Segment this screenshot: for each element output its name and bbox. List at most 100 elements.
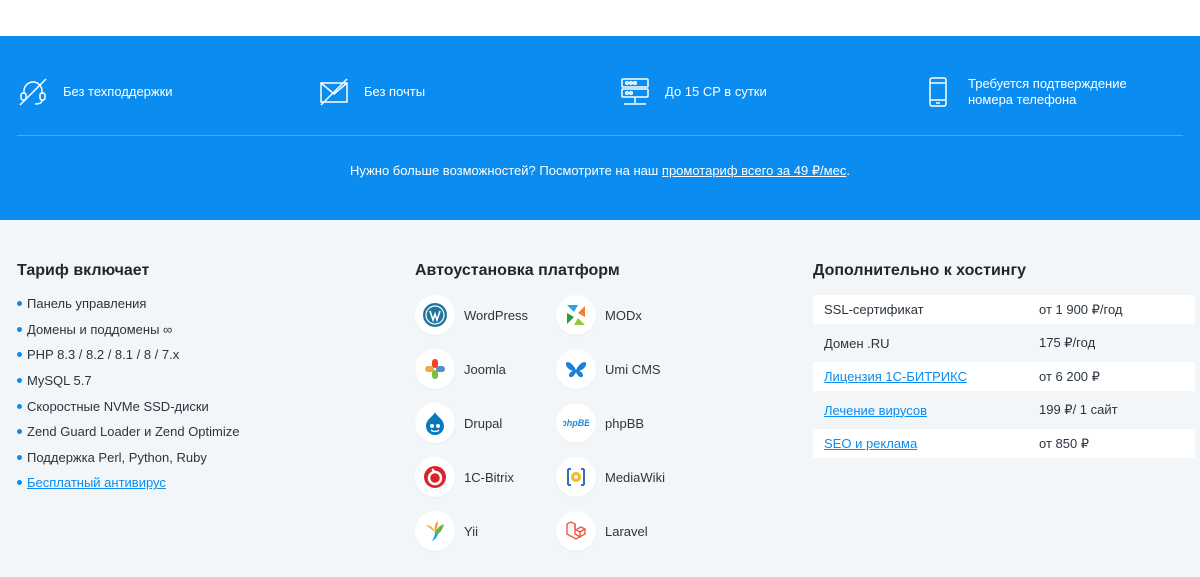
list-item: PHP 8.3 / 8.2 / 8.1 / 8 / 7.x	[17, 342, 239, 368]
promo-text: Нужно больше возможностей? Посмотрите на…	[350, 163, 662, 178]
list-item-label: Zend Guard Loader и Zend Optimize	[27, 424, 240, 440]
feature-cp-limit: До 15 CP в сутки	[619, 76, 767, 108]
section-title: Автоустановка платформ	[415, 262, 620, 279]
table-row: SEO и реклама от 850 ₽	[813, 429, 1195, 458]
svg-text:phpBB: phpBB	[563, 418, 589, 428]
addon-price: от 1 900 ₽/год	[1039, 301, 1123, 317]
addon-name-cell: Лечение вирусов	[824, 403, 1039, 418]
top-white-bar	[0, 0, 1200, 36]
platform-name: 1C-Bitrix	[464, 469, 514, 485]
list-item: Бесплатный антивирус	[17, 470, 239, 496]
list-item: Скоростные NVMe SSD-диски	[17, 393, 239, 419]
modx-icon	[556, 295, 596, 335]
platform-item-modx: MODx	[556, 295, 696, 335]
bullet-icon	[17, 480, 22, 486]
table-row: Домен .RU 175 ₽/год	[813, 329, 1195, 358]
no-mail-icon	[318, 76, 350, 108]
tariff-includes-section: Тариф включает Панель управления Домены …	[17, 262, 239, 496]
addon-price: 175 ₽/год	[1039, 335, 1096, 350]
platform-name: Umi CMS	[605, 361, 661, 377]
free-antivirus-link[interactable]: Бесплатный антивирус	[27, 475, 166, 490]
list-item-label: Панель управления	[27, 296, 147, 312]
platform-item-yii: Yii	[415, 511, 556, 551]
promo-tariff-link[interactable]: промотариф всего за 49 ₽/мес	[662, 163, 846, 178]
platform-item-phpbb: phpBB phpBB	[556, 403, 696, 443]
server-icon	[619, 76, 651, 108]
platform-name: MediaWiki	[605, 469, 665, 485]
feature-phone-verification: Требуется подтверждение номера телефона	[922, 76, 1127, 108]
platforms-grid: WordPress MODx Joomla Umi CMS Drupal hpB…	[415, 295, 696, 551]
section-title: Тариф включает	[17, 262, 150, 279]
addon-name-cell: SEO и реклама	[824, 436, 1039, 451]
feature-text: Без техподдержки	[63, 84, 173, 99]
platform-item-mediawiki: MediaWiki	[556, 457, 696, 497]
feature-text: До 15 CP в сутки	[665, 84, 767, 99]
platform-item-joomla: Joomla	[415, 349, 556, 389]
bullet-icon	[17, 454, 22, 460]
feature-text: Требуется подтверждение номера телефона	[968, 76, 1127, 108]
promo-suffix: .	[846, 163, 850, 178]
platforms-section: Автоустановка платформ WordPress MODx Jo…	[415, 262, 696, 551]
wordpress-icon	[415, 295, 455, 335]
bullet-icon	[17, 378, 22, 384]
list-item: Поддержка Perl, Python, Ruby	[17, 445, 239, 471]
phone-icon	[922, 76, 954, 108]
list-item-label: Домены и поддомены ∞	[27, 321, 173, 337]
table-row: Лицензия 1С-БИТРИКС от 6 200 ₽	[813, 362, 1195, 391]
virus-removal-link[interactable]: Лечение вирусов	[824, 403, 927, 418]
umi-cms-icon	[556, 349, 596, 389]
addon-price: 199 ₽/ 1 сайт	[1039, 402, 1118, 417]
feature-no-support: Без техподдержки	[17, 76, 173, 108]
list-item: Панель управления	[17, 291, 239, 317]
seo-advertising-link[interactable]: SEO и реклама	[824, 436, 917, 451]
bullet-icon	[17, 429, 22, 435]
bitrix-license-link[interactable]: Лицензия 1С-БИТРИКС	[824, 369, 967, 384]
addon-name-cell: Лицензия 1С-БИТРИКС	[824, 369, 1039, 384]
list-item: MySQL 5.7	[17, 368, 239, 394]
no-support-icon	[17, 76, 49, 108]
list-item-label: Поддержка Perl, Python, Ruby	[27, 449, 207, 465]
mediawiki-icon	[556, 457, 596, 497]
laravel-icon	[556, 511, 596, 551]
list-item: Zend Guard Loader и Zend Optimize	[17, 419, 239, 445]
platform-item-umi-cms: Umi CMS	[556, 349, 696, 389]
table-row: Лечение вирусов 199 ₽/ 1 сайт	[813, 396, 1195, 425]
bullet-icon	[17, 301, 22, 307]
feature-no-mail: Без почты	[318, 76, 425, 108]
banner-divider	[17, 135, 1183, 136]
list-item-label: Скоростные NVMe SSD-диски	[27, 398, 209, 414]
platform-name: phpBB	[605, 415, 645, 431]
addon-name: Домен .RU	[824, 335, 890, 351]
feature-text-line: номера телефона	[968, 92, 1077, 107]
bitrix-icon	[415, 457, 455, 497]
list-item-label: PHP 8.3 / 8.2 / 8.1 / 8 / 7.x	[27, 347, 180, 363]
platform-name: Laravel	[605, 523, 648, 539]
platform-item-1c-bitrix: 1C-Bitrix	[415, 457, 556, 497]
bullet-icon	[17, 352, 22, 358]
joomla-icon	[415, 349, 455, 389]
bullet-icon	[17, 326, 22, 332]
phpbb-icon: phpBB	[556, 403, 596, 443]
tariff-features-list: Панель управления Домены и поддомены ∞ P…	[17, 291, 239, 496]
promo-message: Нужно больше возможностей? Посмотрите на…	[0, 163, 1200, 179]
addon-price: от 6 200 ₽	[1039, 368, 1100, 384]
drupal-icon	[415, 403, 455, 443]
section-title: Дополнительно к хостингу	[813, 262, 1026, 279]
list-item-label: MySQL 5.7	[27, 373, 92, 389]
feature-text: Без почты	[364, 84, 426, 99]
platform-name: Drupal	[464, 415, 503, 431]
addon-name: SSL-сертификат	[824, 302, 924, 317]
list-item: Домены и поддомены ∞	[17, 317, 239, 343]
platform-name: WordPress	[464, 307, 529, 323]
platform-item-wordpress: WordPress	[415, 295, 556, 335]
tariff-limitations-banner: Без техподдержки Без почты До 15 CP в су…	[0, 36, 1200, 220]
platform-item-drupal: Drupal	[415, 403, 556, 443]
feature-text-line: Требуется подтверждение	[968, 76, 1127, 91]
bullet-icon	[17, 403, 22, 409]
platform-item-laravel: Laravel	[556, 511, 696, 551]
platform-name: MODx	[605, 307, 642, 323]
hosting-addons-section: Дополнительно к хостингу SSL-сертификат …	[813, 262, 1195, 463]
addons-table: SSL-сертификат от 1 900 ₽/год Домен .RU …	[813, 295, 1195, 458]
platform-name: Joomla	[464, 361, 506, 377]
yii-icon	[415, 511, 455, 551]
